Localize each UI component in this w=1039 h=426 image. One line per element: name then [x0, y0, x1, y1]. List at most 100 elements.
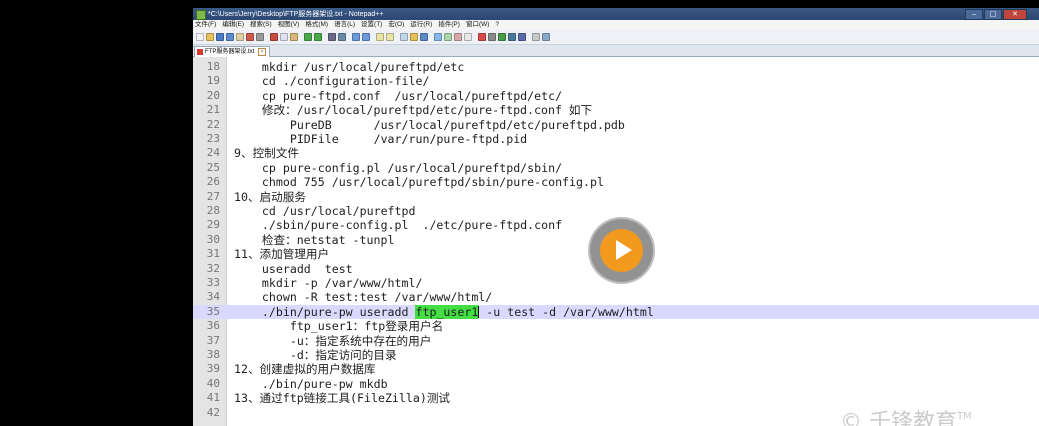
code-line[interactable]: 41 13、通过ftp链接工具(FileZilla)测试 [193, 391, 1039, 405]
undo-icon[interactable] [304, 33, 312, 41]
line-text: ./bin/pure-pw mkdb [234, 376, 388, 391]
code-line[interactable]: 26 chmod 755 /usr/local/pureftpd/sbin/pu… [193, 175, 1039, 189]
line-text: 12、创建虚拟的用户数据库 [234, 362, 376, 377]
menu-edit[interactable]: 编辑(E) [222, 20, 244, 30]
function-list-icon[interactable] [444, 33, 452, 41]
line-number: 30 [206, 232, 220, 246]
sync-h-icon[interactable] [386, 33, 394, 41]
menu-plugins[interactable]: 插件(P) [438, 20, 460, 30]
code-line[interactable]: 36 ftp_user1：ftp登录用户名 [193, 319, 1039, 333]
maximize-icon[interactable]: □ [984, 9, 1002, 20]
menu-view[interactable]: 视图(V) [278, 20, 300, 30]
menu-language[interactable]: 语言(L) [334, 20, 355, 30]
line-number: 35 [206, 304, 220, 318]
save-all-icon[interactable] [226, 33, 234, 41]
open-file-icon[interactable] [206, 33, 214, 41]
window-controls: ‒ □ ✕ [965, 9, 1027, 20]
line-text: useradd test [234, 261, 353, 276]
doc-map-icon[interactable] [434, 33, 442, 41]
minimize-icon[interactable]: ‒ [965, 9, 983, 20]
redo-icon[interactable] [314, 33, 322, 41]
line-number: 32 [206, 261, 220, 275]
line-number: 39 [206, 362, 220, 376]
copy-icon[interactable] [280, 33, 288, 41]
line-text: PureDB /usr/local/pureftpd/etc/pureftpd.… [234, 117, 625, 132]
close-file-icon[interactable] [236, 33, 244, 41]
line-text: -d：指定访问的目录 [234, 348, 397, 362]
menu-file[interactable]: 文件(F) [195, 20, 216, 30]
watermark-tm: TM [957, 411, 972, 422]
cut-icon[interactable] [270, 33, 278, 41]
line-number: 19 [206, 74, 220, 88]
line-number: 25 [206, 160, 220, 174]
code-line[interactable]: 35 ./bin/pure-pw useradd ftp_user1 -u te… [193, 304, 1039, 320]
line-number: 34 [206, 290, 220, 304]
all-chars-icon[interactable] [410, 33, 418, 41]
play-macro-icon[interactable] [498, 33, 506, 41]
line-text: cd ./configuration-file/ [234, 74, 430, 89]
code-line[interactable]: 39 12、创建虚拟的用户数据库 [193, 362, 1039, 376]
code-line[interactable]: 37 -u：指定系统中存在的用户 [193, 334, 1039, 348]
monitor-icon[interactable] [464, 33, 472, 41]
line-number: 24 [206, 146, 220, 160]
code-line[interactable]: 24 9、控制文件 [193, 146, 1039, 160]
menu-settings[interactable]: 设置(T) [361, 20, 382, 30]
paste-icon[interactable] [290, 33, 298, 41]
code-line[interactable]: 38 -d：指定访问的目录 [193, 348, 1039, 362]
zoom-in-icon[interactable] [352, 33, 360, 41]
menu-run[interactable]: 运行(R) [410, 20, 432, 30]
spellcheck-icon[interactable] [532, 33, 540, 41]
line-number: 33 [206, 276, 220, 289]
line-number: 18 [206, 60, 220, 73]
sync-scroll-icon[interactable] [376, 33, 384, 41]
code-line[interactable]: 40 ./bin/pure-pw mkdb [193, 377, 1039, 391]
save-macro-icon[interactable] [518, 33, 526, 41]
stop-macro-icon[interactable] [488, 33, 496, 41]
menu-help[interactable]: ? [495, 20, 499, 30]
code-line[interactable]: 25 cp pure-config.pl /usr/local/pureftpd… [193, 161, 1039, 175]
code-line[interactable]: 21 修改：/usr/local/pureftpd/etc/pure-ftpd.… [193, 103, 1039, 117]
code-line[interactable]: 27 10、启动服务 [193, 190, 1039, 204]
watermark-logo: © 千锋教育TM [840, 410, 1025, 426]
tab-close-icon[interactable]: × [258, 48, 267, 56]
menu-bar: 文件(F) 编辑(E) 搜索(S) 视图(V) 格式(M) 语言(L) 设置(T… [193, 20, 1039, 30]
video-play-button[interactable] [590, 219, 653, 282]
close-all-icon[interactable] [246, 33, 254, 41]
line-number: 36 [206, 319, 220, 333]
menu-format[interactable]: 格式(M) [305, 20, 328, 30]
close-icon[interactable]: ✕ [1003, 9, 1027, 20]
save-icon[interactable] [216, 33, 224, 41]
folder-workspace-icon[interactable] [454, 33, 462, 41]
run-macro-multiple-icon[interactable] [508, 33, 516, 41]
zoom-out-icon[interactable] [362, 33, 370, 41]
code-line[interactable]: 18 mkdir /usr/local/pureftpd/etc [193, 60, 1039, 74]
code-line[interactable]: 23 PIDFile /var/run/pure-ftpd.pid [193, 132, 1039, 146]
code-line[interactable]: 22 PureDB /usr/local/pureftpd/etc/pureft… [193, 118, 1039, 132]
menu-search[interactable]: 搜索(S) [250, 20, 272, 30]
find-icon[interactable] [328, 33, 336, 41]
menu-window[interactable]: 窗口(W) [466, 20, 489, 30]
word-wrap-icon[interactable] [400, 33, 408, 41]
line-text: ./sbin/pure-config.pl ./etc/pure-ftpd.co… [234, 218, 563, 233]
tab-ftp-server-setup[interactable]: FTP服务器架设.txt × [194, 46, 271, 57]
indent-guide-icon[interactable] [420, 33, 428, 41]
print-icon[interactable] [256, 33, 264, 41]
menu-macro[interactable]: 宏(O) [388, 20, 404, 30]
notepad-app-icon [196, 10, 206, 20]
line-number: 31 [206, 247, 220, 261]
line-number: 21 [206, 103, 220, 117]
line-text: -u：指定系统中存在的用户 [234, 333, 432, 348]
extra-tool-icon[interactable] [542, 33, 550, 41]
code-line[interactable]: 19 cd ./configuration-file/ [193, 74, 1039, 88]
line-number: 41 [206, 391, 220, 405]
record-macro-icon[interactable] [478, 33, 486, 41]
replace-icon[interactable] [338, 33, 346, 41]
new-file-icon[interactable] [196, 33, 204, 41]
watermark-text: © 千锋教育 [840, 410, 957, 426]
code-line[interactable]: 28 cd /usr/local/pureftpd [193, 204, 1039, 218]
line-text: mkdir -p /var/www/html/ [234, 276, 423, 290]
code-line[interactable]: 34 chown -R test:test /var/www/html/ [193, 290, 1039, 304]
play-icon [616, 240, 632, 260]
code-line[interactable]: 20 cp pure-ftpd.conf /usr/local/pureftpd… [193, 89, 1039, 103]
line-number: 23 [206, 132, 220, 145]
